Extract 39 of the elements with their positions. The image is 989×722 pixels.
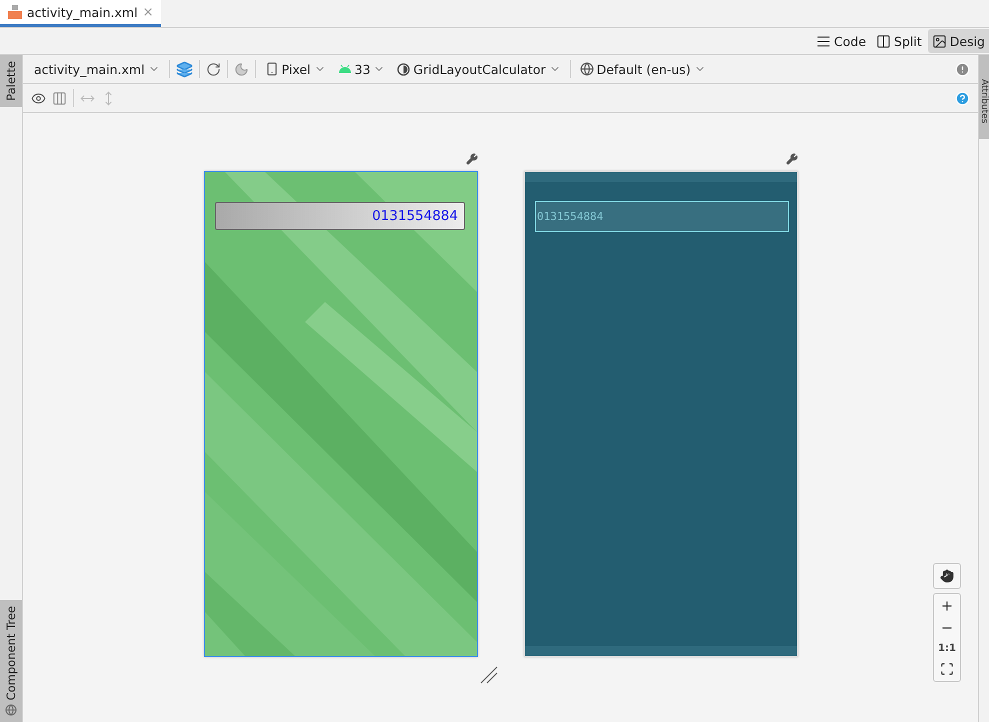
phone-icon [264,62,279,76]
resize-handle-icon[interactable] [480,666,498,684]
xml-file-icon [8,5,22,19]
lines-icon [816,34,832,48]
component-tree-tab[interactable]: Component Tree [0,600,22,722]
view-mode-tab[interactable]: Split [872,29,926,53]
columns-icon[interactable] [52,90,67,106]
palette-tab[interactable]: Palette [0,55,22,107]
number-display: 0131554884 [535,201,789,232]
split-icon [876,34,892,48]
help-icon[interactable] [955,90,970,106]
theme-dropdown[interactable]: GridLayoutCalculator [394,62,564,76]
warning-icon[interactable] [955,62,970,76]
editor-tab[interactable]: activity_main.xml × [0,0,162,27]
globe-icon [5,704,17,716]
api-level-dropdown[interactable]: 33 [334,62,388,76]
view-mode-tab[interactable]: Desig [928,29,989,53]
attributes-tab[interactable]: Attributes [979,55,989,139]
half-circle-icon [397,62,410,76]
layers-icon[interactable] [176,60,193,78]
pan-button[interactable] [933,563,961,589]
wrench-icon[interactable] [786,153,798,165]
number-display: 0131554884 [215,202,465,230]
rotate-icon[interactable] [206,62,221,76]
fit-screen-icon[interactable] [940,662,954,676]
actual-size-button[interactable]: 1:1 [938,643,956,654]
zoom-in-icon[interactable] [940,599,954,613]
layout-file-dropdown[interactable]: activity_main.xml [31,62,163,76]
view-mode-tab[interactable]: Code [812,29,870,53]
design-preview[interactable]: 0131554884 [204,171,478,657]
night-mode-icon[interactable] [234,62,249,76]
hand-icon [940,569,954,583]
android-icon [338,64,352,74]
image-icon [932,34,947,48]
wrench-icon[interactable] [466,153,478,165]
globe-icon [580,62,594,76]
eye-icon[interactable] [31,90,46,106]
device-dropdown[interactable]: Pixel [262,62,328,76]
locale-dropdown[interactable]: Default (en-us) [576,62,709,76]
